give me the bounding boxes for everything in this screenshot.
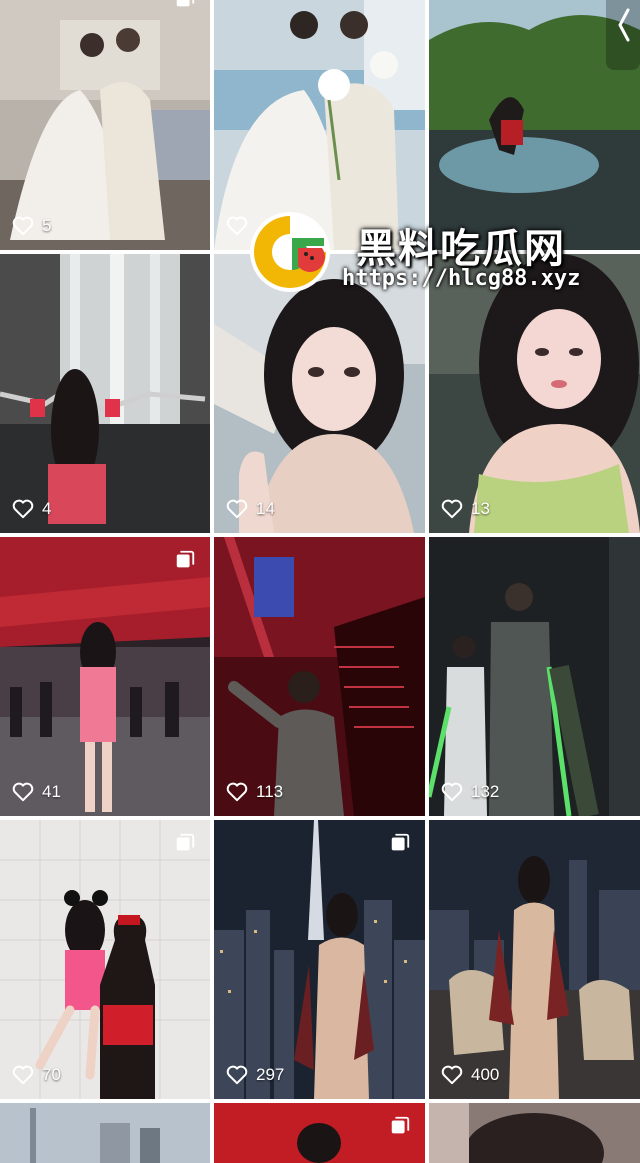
post-photo-cola-bottle — [0, 820, 210, 1099]
heart-outline-icon — [12, 1065, 34, 1085]
like-counter[interactable]: 400 — [441, 1065, 499, 1085]
multiple-images-icon — [391, 1116, 410, 1134]
site-watermark: 黑料吃瓜网 https://hlcg88.xyz — [246, 208, 586, 298]
like-count: 70 — [42, 1065, 61, 1084]
multiple-images-icon — [391, 833, 410, 851]
post-tile-4[interactable]: 4 — [0, 254, 210, 533]
post-tile-1[interactable]: 5 — [0, 0, 210, 250]
like-count: 297 — [256, 1065, 285, 1084]
post-tile-11[interactable]: 297 — [214, 820, 425, 1099]
post-tile-14[interactable] — [214, 1103, 425, 1163]
heart-outline-icon — [12, 782, 34, 802]
like-counter[interactable]: 13 — [441, 499, 490, 519]
like-counter[interactable]: 113 — [226, 782, 283, 802]
like-counter[interactable]: 14 — [226, 499, 275, 519]
heart-outline-icon — [226, 216, 248, 236]
heart-outline-icon — [226, 782, 248, 802]
like-count: 132 — [471, 782, 500, 801]
like-count: 4 — [42, 499, 52, 518]
chevron-left-icon[interactable] — [606, 0, 640, 70]
post-photo-city-night-1 — [214, 820, 425, 1099]
post-photo-waterfall — [0, 254, 210, 533]
like-count: 13 — [471, 499, 490, 518]
like-counter[interactable]: 297 — [226, 1065, 284, 1085]
like-counter[interactable]: 132 — [441, 782, 499, 802]
post-photo-wedding-1 — [0, 0, 210, 250]
watermark-url: https://hlcg88.xyz — [342, 266, 581, 291]
heart-outline-icon — [12, 499, 34, 519]
heart-outline-icon — [441, 499, 463, 519]
heart-outline-icon — [12, 216, 34, 236]
post-tile-7[interactable]: 41 — [0, 537, 210, 816]
like-count: 113 — [256, 782, 284, 801]
like-counter[interactable]: 4 — [12, 499, 51, 519]
heart-outline-icon — [226, 1065, 248, 1085]
multiple-images-icon — [176, 833, 195, 851]
post-photo-city-night-2 — [429, 820, 640, 1099]
post-photo-stage-singer — [214, 537, 425, 816]
like-count: 41 — [42, 782, 61, 801]
like-count: 400 — [471, 1065, 500, 1084]
multiple-images-icon — [176, 550, 195, 568]
like-counter[interactable]: 5 — [12, 216, 51, 236]
post-tile-9[interactable]: 132 — [429, 537, 640, 816]
post-tile-12[interactable]: 400 — [429, 820, 640, 1099]
photo-grid: 5 4 14 13 41 113 132 70 297 400 — [0, 0, 640, 1163]
like-count: 14 — [256, 499, 275, 518]
multiple-images-icon — [176, 0, 195, 7]
post-tile-10[interactable]: 70 — [0, 820, 210, 1099]
post-tile-15[interactable] — [429, 1103, 640, 1163]
post-photo-closeup — [429, 1103, 640, 1163]
watermelon-logo-icon — [250, 212, 330, 292]
heart-outline-icon — [441, 1065, 463, 1085]
like-counter[interactable]: 41 — [12, 782, 61, 802]
post-tile-8[interactable]: 113 — [214, 537, 425, 816]
post-tile-13[interactable] — [0, 1103, 210, 1163]
like-count: 5 — [42, 216, 52, 235]
post-photo-night-stage — [429, 537, 640, 816]
heart-outline-icon — [226, 499, 248, 519]
like-counter[interactable]: 70 — [12, 1065, 61, 1085]
heart-outline-icon — [441, 782, 463, 802]
post-photo-city-day — [0, 1103, 210, 1163]
post-photo-arena — [0, 537, 210, 816]
